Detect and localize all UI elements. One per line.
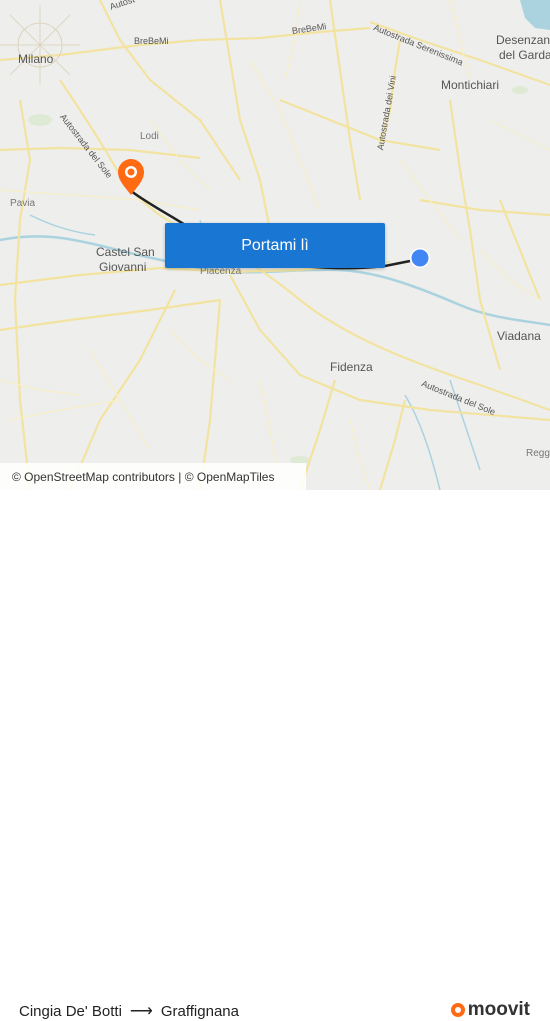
place-label-giovanni: Giovanni xyxy=(99,260,147,274)
map-attribution[interactable]: © OpenStreetMap contributors | © OpenMap… xyxy=(0,463,306,490)
place-label-desenzano: Desenzan xyxy=(496,33,550,47)
destination-name: Graffignana xyxy=(160,1002,239,1020)
route-footer: Cingia De' Botti ⟶ Graffignana moovit xyxy=(0,490,550,1020)
origin-marker[interactable] xyxy=(118,159,144,195)
place-label-del-garda: del Garda xyxy=(499,48,550,62)
park-areas xyxy=(28,86,528,464)
place-label-castel-san: Castel San xyxy=(96,245,155,259)
place-label-fidenza: Fidenza xyxy=(330,360,373,374)
arrow-right-icon: ⟶ xyxy=(129,1003,153,1020)
lake-garda xyxy=(520,0,550,30)
moovit-logo[interactable]: moovit xyxy=(450,999,530,1021)
place-label-reggio: Reggi xyxy=(526,448,550,459)
directions-button[interactable]: Portami lì xyxy=(165,223,385,268)
attribution-text[interactable]: © OpenStreetMap contributors | © OpenMap… xyxy=(12,470,274,484)
destination-marker[interactable] xyxy=(410,248,430,268)
map-view[interactable]: Milano Lodi Pavia Castel San Giovanni Pi… xyxy=(0,0,550,490)
place-label-viadana: Viadana xyxy=(497,329,541,343)
route-summary: Cingia De' Botti ⟶ Graffignana xyxy=(19,1001,239,1021)
place-label-montichiari: Montichiari xyxy=(441,78,500,92)
moovit-pin-icon xyxy=(450,1003,465,1017)
place-label-lodi: Lodi xyxy=(140,131,159,142)
brand-name: moovit xyxy=(467,999,530,1020)
place-label-pavia: Pavia xyxy=(10,198,36,209)
origin-name: Cingia De' Botti xyxy=(19,1002,122,1020)
urban-milano xyxy=(0,5,80,85)
place-label-milano: Milano xyxy=(18,52,54,66)
road-label-brebemi-west: BreBeMi xyxy=(134,36,169,46)
